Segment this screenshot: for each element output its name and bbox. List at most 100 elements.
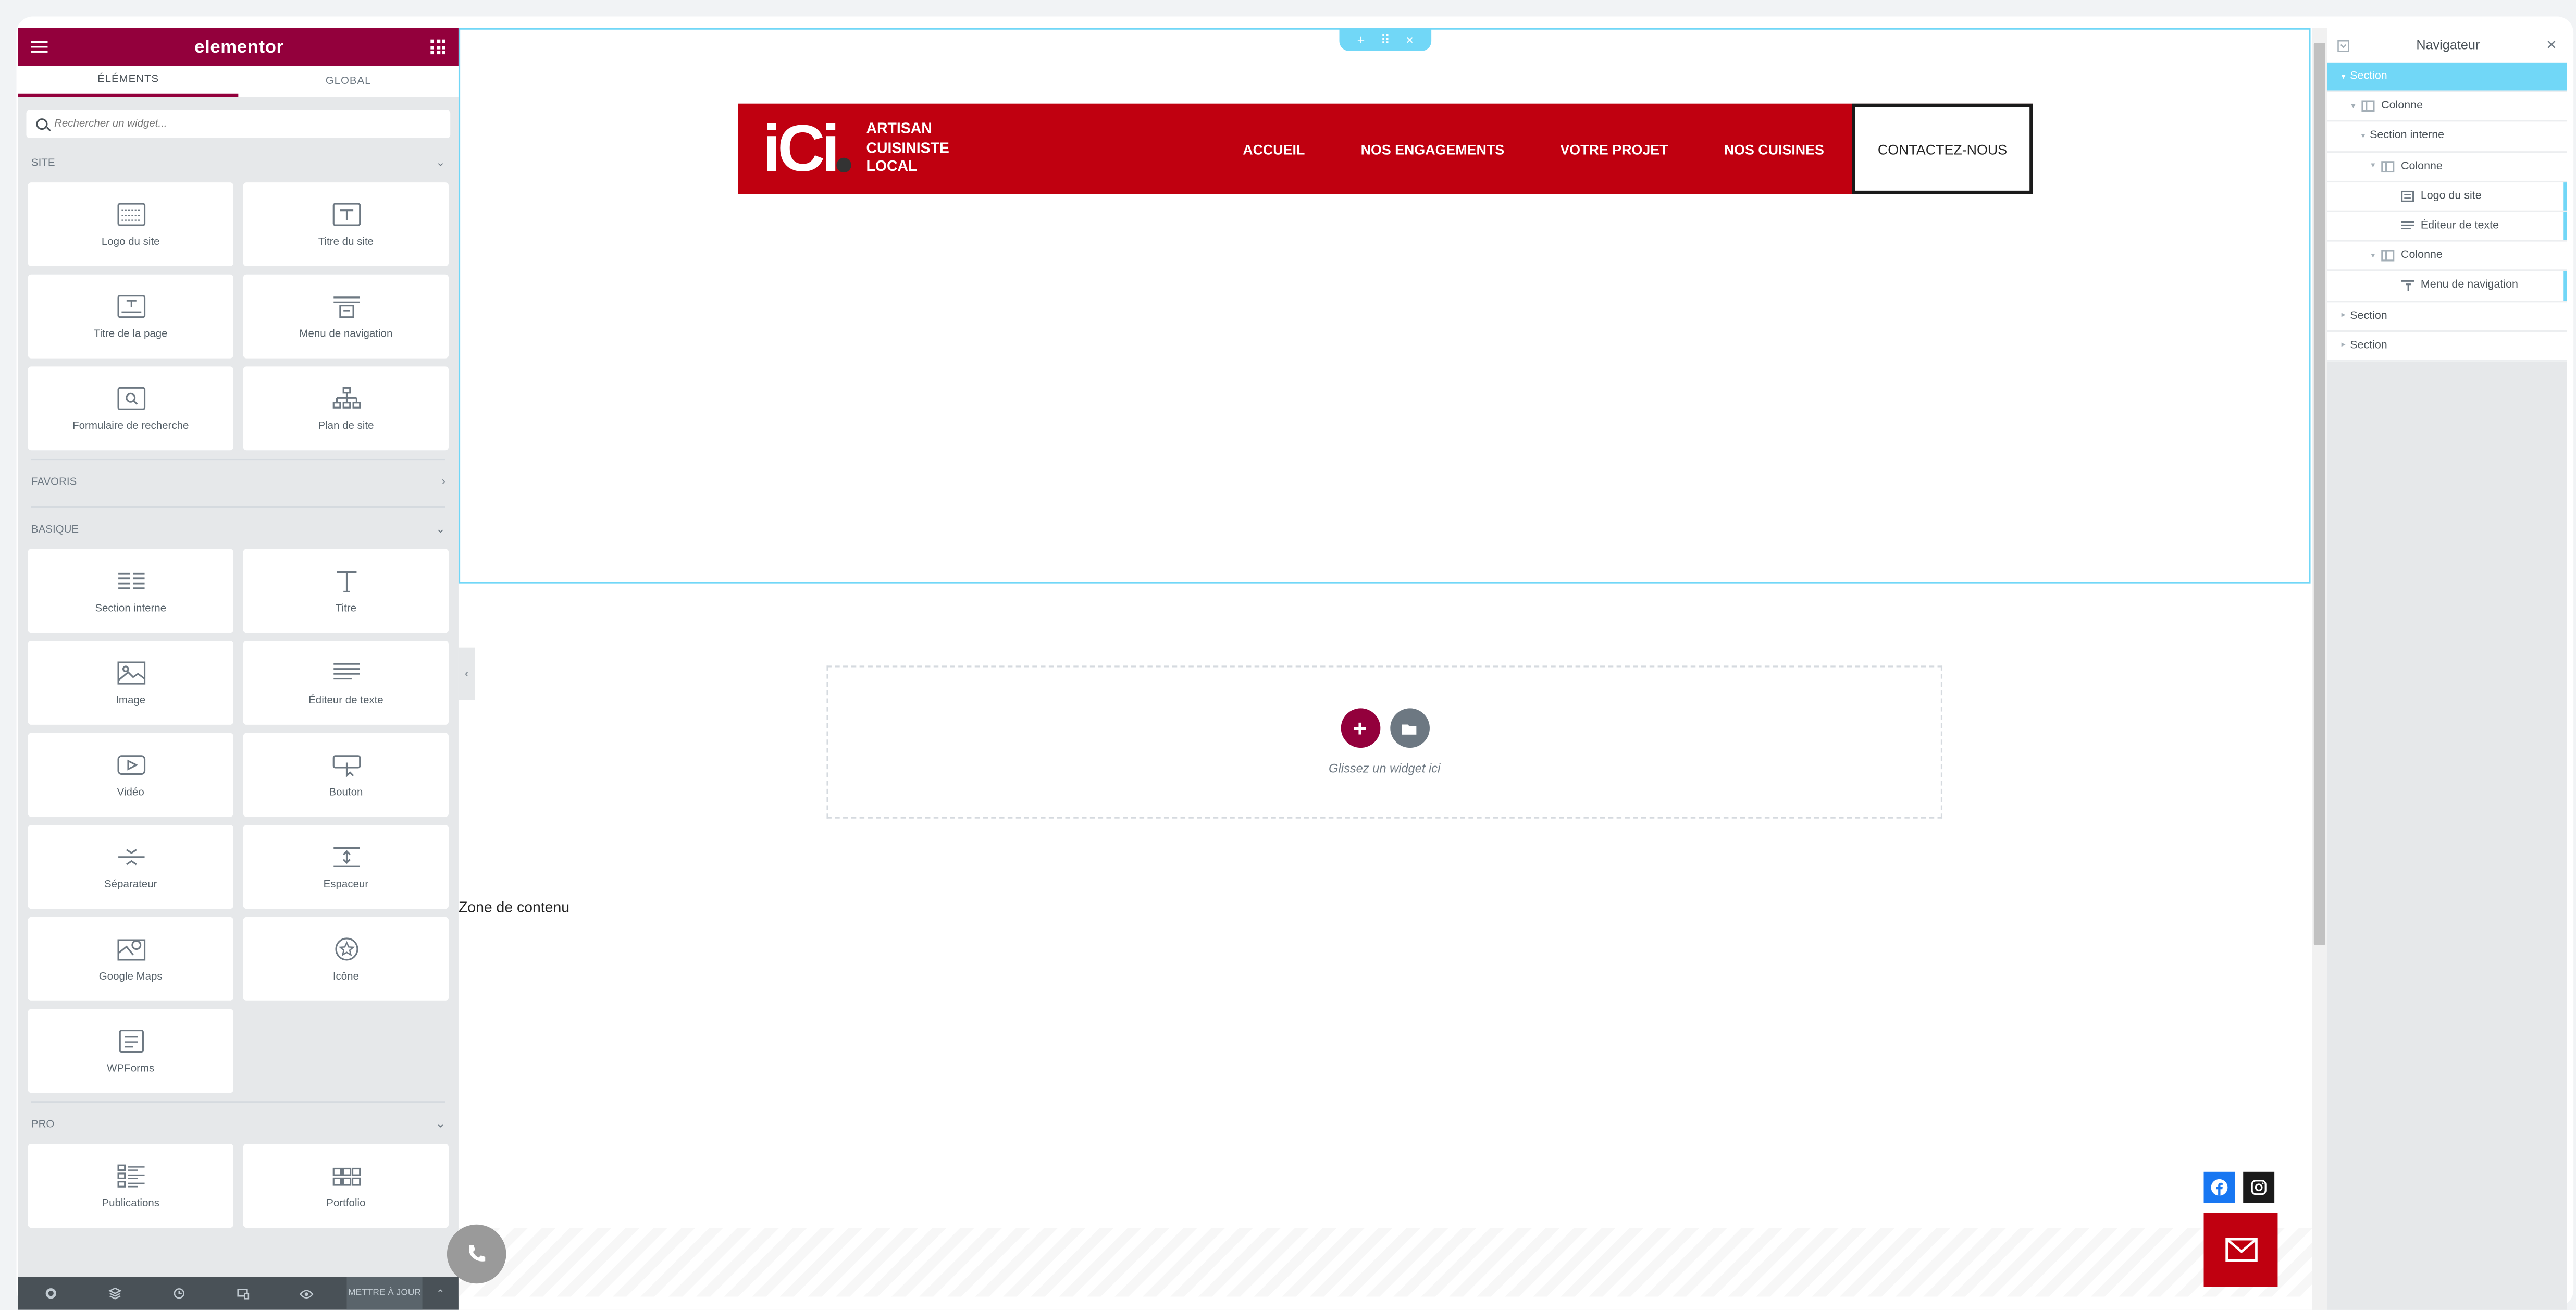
portfolio-icon [331, 1162, 361, 1188]
widget-plan-de-site[interactable]: Plan de site [243, 366, 449, 451]
widget-label: Formulaire de recherche [72, 421, 189, 432]
caret-down-icon[interactable]: ▾ [2367, 251, 2380, 261]
navigator-item-section[interactable]: ▸ Section [2327, 302, 2567, 332]
layers-icon[interactable] [82, 1287, 146, 1300]
collapse-all-icon[interactable] [2337, 39, 2350, 52]
phone-button[interactable] [447, 1224, 506, 1284]
logo-icon [2399, 190, 2414, 202]
navigator-item-colonne[interactable]: ▾ Colonne [2327, 242, 2567, 272]
widget-titre[interactable]: Titre [243, 549, 449, 633]
widgets-grid-icon[interactable] [430, 39, 445, 55]
close-icon[interactable]: ✕ [2546, 38, 2557, 53]
social-icons [2203, 1171, 2275, 1203]
category-label: BASIQUE [31, 523, 79, 535]
panel-header: elementor [18, 28, 459, 66]
delete-section-icon[interactable]: × [1406, 32, 1414, 47]
widget-image[interactable]: Image [28, 641, 233, 725]
widget-menu-de-navigation[interactable]: Menu de navigation [243, 274, 449, 359]
facebook-icon[interactable] [2203, 1171, 2235, 1203]
caret-down-icon[interactable]: ▾ [2337, 71, 2350, 81]
category-favoris[interactable]: FAVORIS › [18, 470, 459, 493]
menu-de-navigation-icon [331, 292, 361, 318]
category-label: SITE [31, 157, 55, 169]
caret-down-icon[interactable]: ▾ [2357, 131, 2370, 141]
settings-icon[interactable] [18, 1287, 82, 1300]
content-zone-label: Zone de contenu [458, 899, 570, 916]
nav-link-engagements[interactable]: NOS ENGAGEMENTS [1361, 141, 1505, 157]
widget-icone[interactable]: Icône [243, 917, 449, 1001]
site-header[interactable]: iCi ARTISAN CUISINISTE LOCAL ACCUEIL NOS… [738, 103, 2033, 194]
site-logo[interactable]: iCi ARTISAN CUISINISTE LOCAL [762, 116, 949, 181]
nav-link-cuisines[interactable]: NOS CUISINES [1724, 141, 1824, 157]
canvas-scrollbar[interactable] [2312, 28, 2327, 1310]
widget-wpforms[interactable]: WPForms [28, 1009, 233, 1093]
phone-icon [468, 1245, 486, 1262]
footer-section[interactable] [458, 1228, 2312, 1297]
chevron-down-icon: ⌄ [436, 157, 445, 169]
navigator-item-section-interne[interactable]: ▾ Section interne [2327, 122, 2567, 152]
navigator-item-colonne[interactable]: ▾ Colonne [2327, 92, 2567, 122]
section-interne-icon [116, 567, 145, 593]
navigator-item-editeur-de-texte[interactable]: Éditeur de texte [2327, 212, 2567, 242]
category-pro[interactable]: PRO ⌄ [18, 1113, 459, 1135]
pro-widgets-grid: Publications Portfolio [18, 1144, 459, 1228]
caret-down-icon[interactable]: ▾ [2367, 162, 2380, 171]
email-button[interactable] [2203, 1213, 2278, 1287]
caret-right-icon[interactable]: ▸ [2337, 311, 2350, 320]
caret-down-icon[interactable]: ▾ [2347, 102, 2360, 112]
navigator-item-colonne[interactable]: ▾ Colonne [2327, 152, 2567, 182]
widget-label: Publications [102, 1198, 160, 1210]
add-section-icon[interactable]: + [1357, 32, 1365, 47]
widget-espaceur[interactable]: Espaceur [243, 825, 449, 909]
widget-label: Plan de site [318, 421, 374, 432]
menu-icon[interactable] [31, 40, 48, 54]
instagram-icon[interactable] [2243, 1171, 2275, 1203]
widget-editeur-de-texte[interactable]: Éditeur de texte [243, 641, 449, 725]
nav-link-accueil[interactable]: ACCUEIL [1243, 141, 1305, 157]
tab-global[interactable]: GLOBAL [238, 66, 459, 97]
widget-formulaire-de-recherche[interactable]: Formulaire de recherche [28, 366, 233, 451]
widget-titre-du-site[interactable]: Titre du site [243, 182, 449, 266]
widget-portfolio[interactable]: Portfolio [243, 1144, 449, 1228]
widget-separateur[interactable]: Séparateur [28, 825, 233, 909]
navigator-item-label: Colonne [2400, 250, 2443, 262]
add-section-button[interactable]: + [1340, 708, 1380, 748]
drag-handle-icon[interactable]: ⠿ [1381, 32, 1390, 47]
navigator-item-section[interactable]: ▾ Section [2327, 62, 2567, 93]
history-icon[interactable] [146, 1287, 210, 1300]
navigator-item-logo-du-site[interactable]: Logo du site [2327, 182, 2567, 212]
nav-link-projet[interactable]: VOTRE PROJET [1560, 141, 1668, 157]
contact-button[interactable]: CONTACTEZ-NOUS [1852, 103, 2033, 194]
widget-label: Titre de la page [93, 328, 168, 340]
widget-google-maps[interactable]: Google Maps [28, 917, 233, 1001]
widget-titre-de-la-page[interactable]: Titre de la page [28, 274, 233, 359]
widget-dropzone[interactable]: + Glissez un widget ici [826, 665, 1943, 819]
navigator-title: Navigateur [2416, 38, 2480, 53]
editeur-de-texte-icon [331, 659, 361, 685]
titre-du-site-icon [331, 201, 361, 227]
publications-icon [116, 1162, 145, 1188]
caret-right-icon[interactable]: ▸ [2337, 341, 2350, 351]
widget-publications[interactable]: Publications [28, 1144, 233, 1228]
widget-section-interne[interactable]: Section interne [28, 549, 233, 633]
column-icon [2380, 160, 2394, 172]
chevron-up-icon[interactable]: ⌃ [423, 1288, 459, 1299]
navigator-item-menu-de-navigation[interactable]: Menu de navigation [2327, 271, 2567, 302]
tab-elements[interactable]: ÉLÉMENTS [18, 66, 239, 97]
template-library-button[interactable] [1389, 708, 1429, 748]
collapse-panel-button[interactable]: ‹ [458, 647, 475, 700]
category-site[interactable]: SITE ⌄ [18, 151, 459, 174]
update-button[interactable]: METTRE À JOUR [346, 1277, 423, 1310]
section-handle[interactable]: + ⠿ × [1339, 28, 1432, 51]
navigator-item-section[interactable]: ▸ Section [2327, 331, 2567, 362]
widget-video[interactable]: Vidéo [28, 733, 233, 817]
preview-eye-icon[interactable] [275, 1288, 339, 1299]
navigator-header[interactable]: Navigateur ✕ [2327, 28, 2567, 63]
wpforms-icon [116, 1027, 145, 1053]
responsive-icon[interactable] [210, 1287, 275, 1300]
widget-logo-du-site[interactable]: Logo du site [28, 182, 233, 266]
widget-search-input[interactable] [54, 118, 416, 130]
category-basique[interactable]: BASIQUE ⌄ [18, 518, 459, 541]
category-label: FAVORIS [31, 476, 77, 488]
widget-bouton[interactable]: Bouton [243, 733, 449, 817]
